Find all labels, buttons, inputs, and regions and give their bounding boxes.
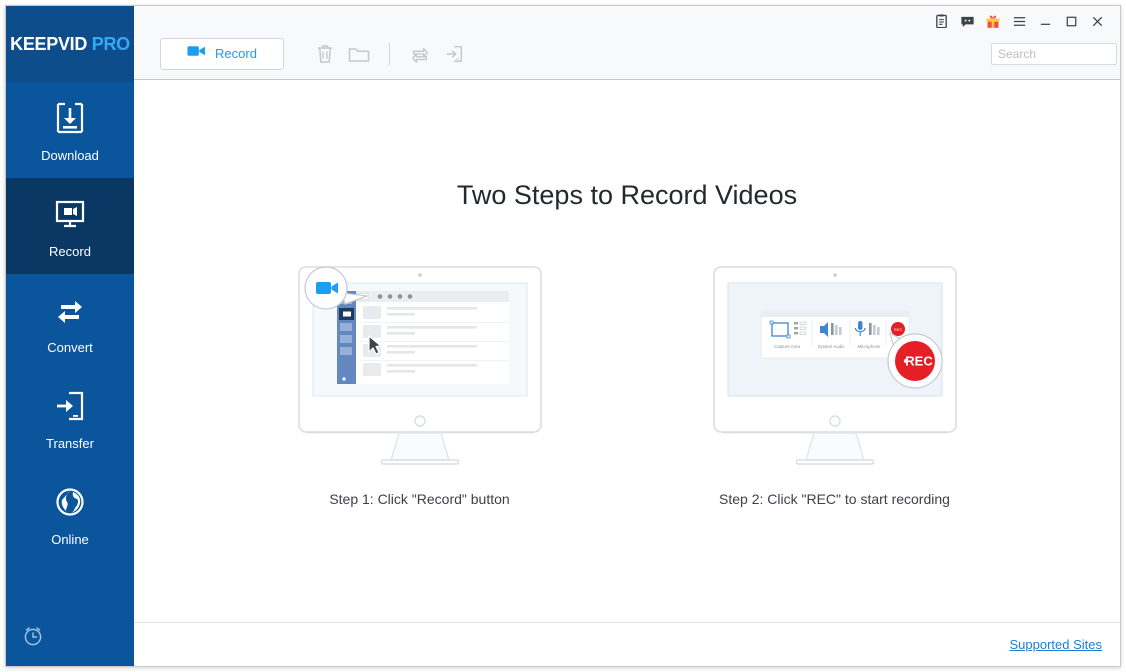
toolbar: Record — [134, 28, 1120, 80]
sidebar-item-transfer[interactable]: Transfer — [6, 370, 134, 466]
sidebar: KEEPVID PRO Download Record Convert Tran… — [6, 6, 134, 666]
delete-icon[interactable] — [308, 38, 342, 70]
sidebar-item-download[interactable]: Download — [6, 82, 134, 178]
sidebar-item-label: Online — [51, 532, 89, 547]
sidebar-item-label: Download — [41, 148, 99, 163]
step-2-illustration: Capture Area System Audio Microphone REC… — [710, 263, 960, 473]
monitor-camcorder-icon — [53, 193, 87, 235]
download-box-icon — [53, 97, 87, 139]
toolbar-divider — [389, 42, 390, 65]
footer: Supported Sites — [134, 622, 1120, 666]
app-window: KEEPVID PRO Download Record Convert Tran… — [5, 5, 1121, 667]
sidebar-item-label: Transfer — [46, 436, 94, 451]
search-input[interactable] — [991, 42, 1117, 65]
camcorder-icon — [187, 44, 206, 63]
phone-arrow-icon — [53, 385, 87, 427]
transfer-icon[interactable] — [437, 38, 471, 70]
alarm-clock-icon[interactable] — [22, 625, 44, 652]
rec-callout-button: REC — [903, 354, 933, 369]
record-button[interactable]: Record — [160, 37, 284, 70]
svg-text:System Audio: System Audio — [817, 344, 844, 349]
step-1-caption: Step 1: Click "Record" button — [329, 491, 510, 507]
convert-arrows-icon — [53, 289, 87, 331]
sidebar-item-label: Convert — [47, 340, 93, 355]
app-logo: KEEPVID PRO — [6, 6, 134, 82]
step-2-caption: Step 2: Click "REC" to start recording — [719, 491, 950, 507]
svg-text:REC: REC — [893, 327, 902, 332]
logo-text: KEEPVID PRO — [10, 34, 130, 55]
page-title: Two Steps to Record Videos — [456, 180, 798, 210]
search-wrapper — [991, 42, 1117, 65]
svg-text:Capture Area: Capture Area — [774, 344, 800, 349]
step-2: Capture Area System Audio Microphone REC… — [710, 263, 960, 507]
svg-text:Microphone: Microphone — [857, 344, 880, 349]
logo-secondary: PRO — [91, 33, 130, 54]
step-1-illustration — [295, 263, 545, 473]
supported-sites-link[interactable]: Supported Sites — [1009, 637, 1102, 652]
steps-container: Step 1: Click "Record" button Capture Ar… — [134, 263, 1120, 507]
globe-icon — [53, 481, 87, 523]
sidebar-bottom — [6, 610, 134, 666]
svg-text:REC: REC — [905, 354, 933, 369]
convert-icon[interactable] — [403, 38, 437, 70]
folder-icon[interactable] — [342, 38, 376, 70]
logo-primary: KEEPVID — [10, 33, 88, 54]
main-content: Two Steps to Record Videos Step 1: Click… — [134, 80, 1120, 622]
step-1: Step 1: Click "Record" button — [295, 263, 545, 507]
sidebar-item-convert[interactable]: Convert — [6, 274, 134, 370]
record-button-label: Record — [215, 46, 257, 61]
sidebar-item-label: Record — [49, 244, 91, 259]
sidebar-item-record[interactable]: Record — [6, 178, 134, 274]
sidebar-item-online[interactable]: Online — [6, 466, 134, 562]
